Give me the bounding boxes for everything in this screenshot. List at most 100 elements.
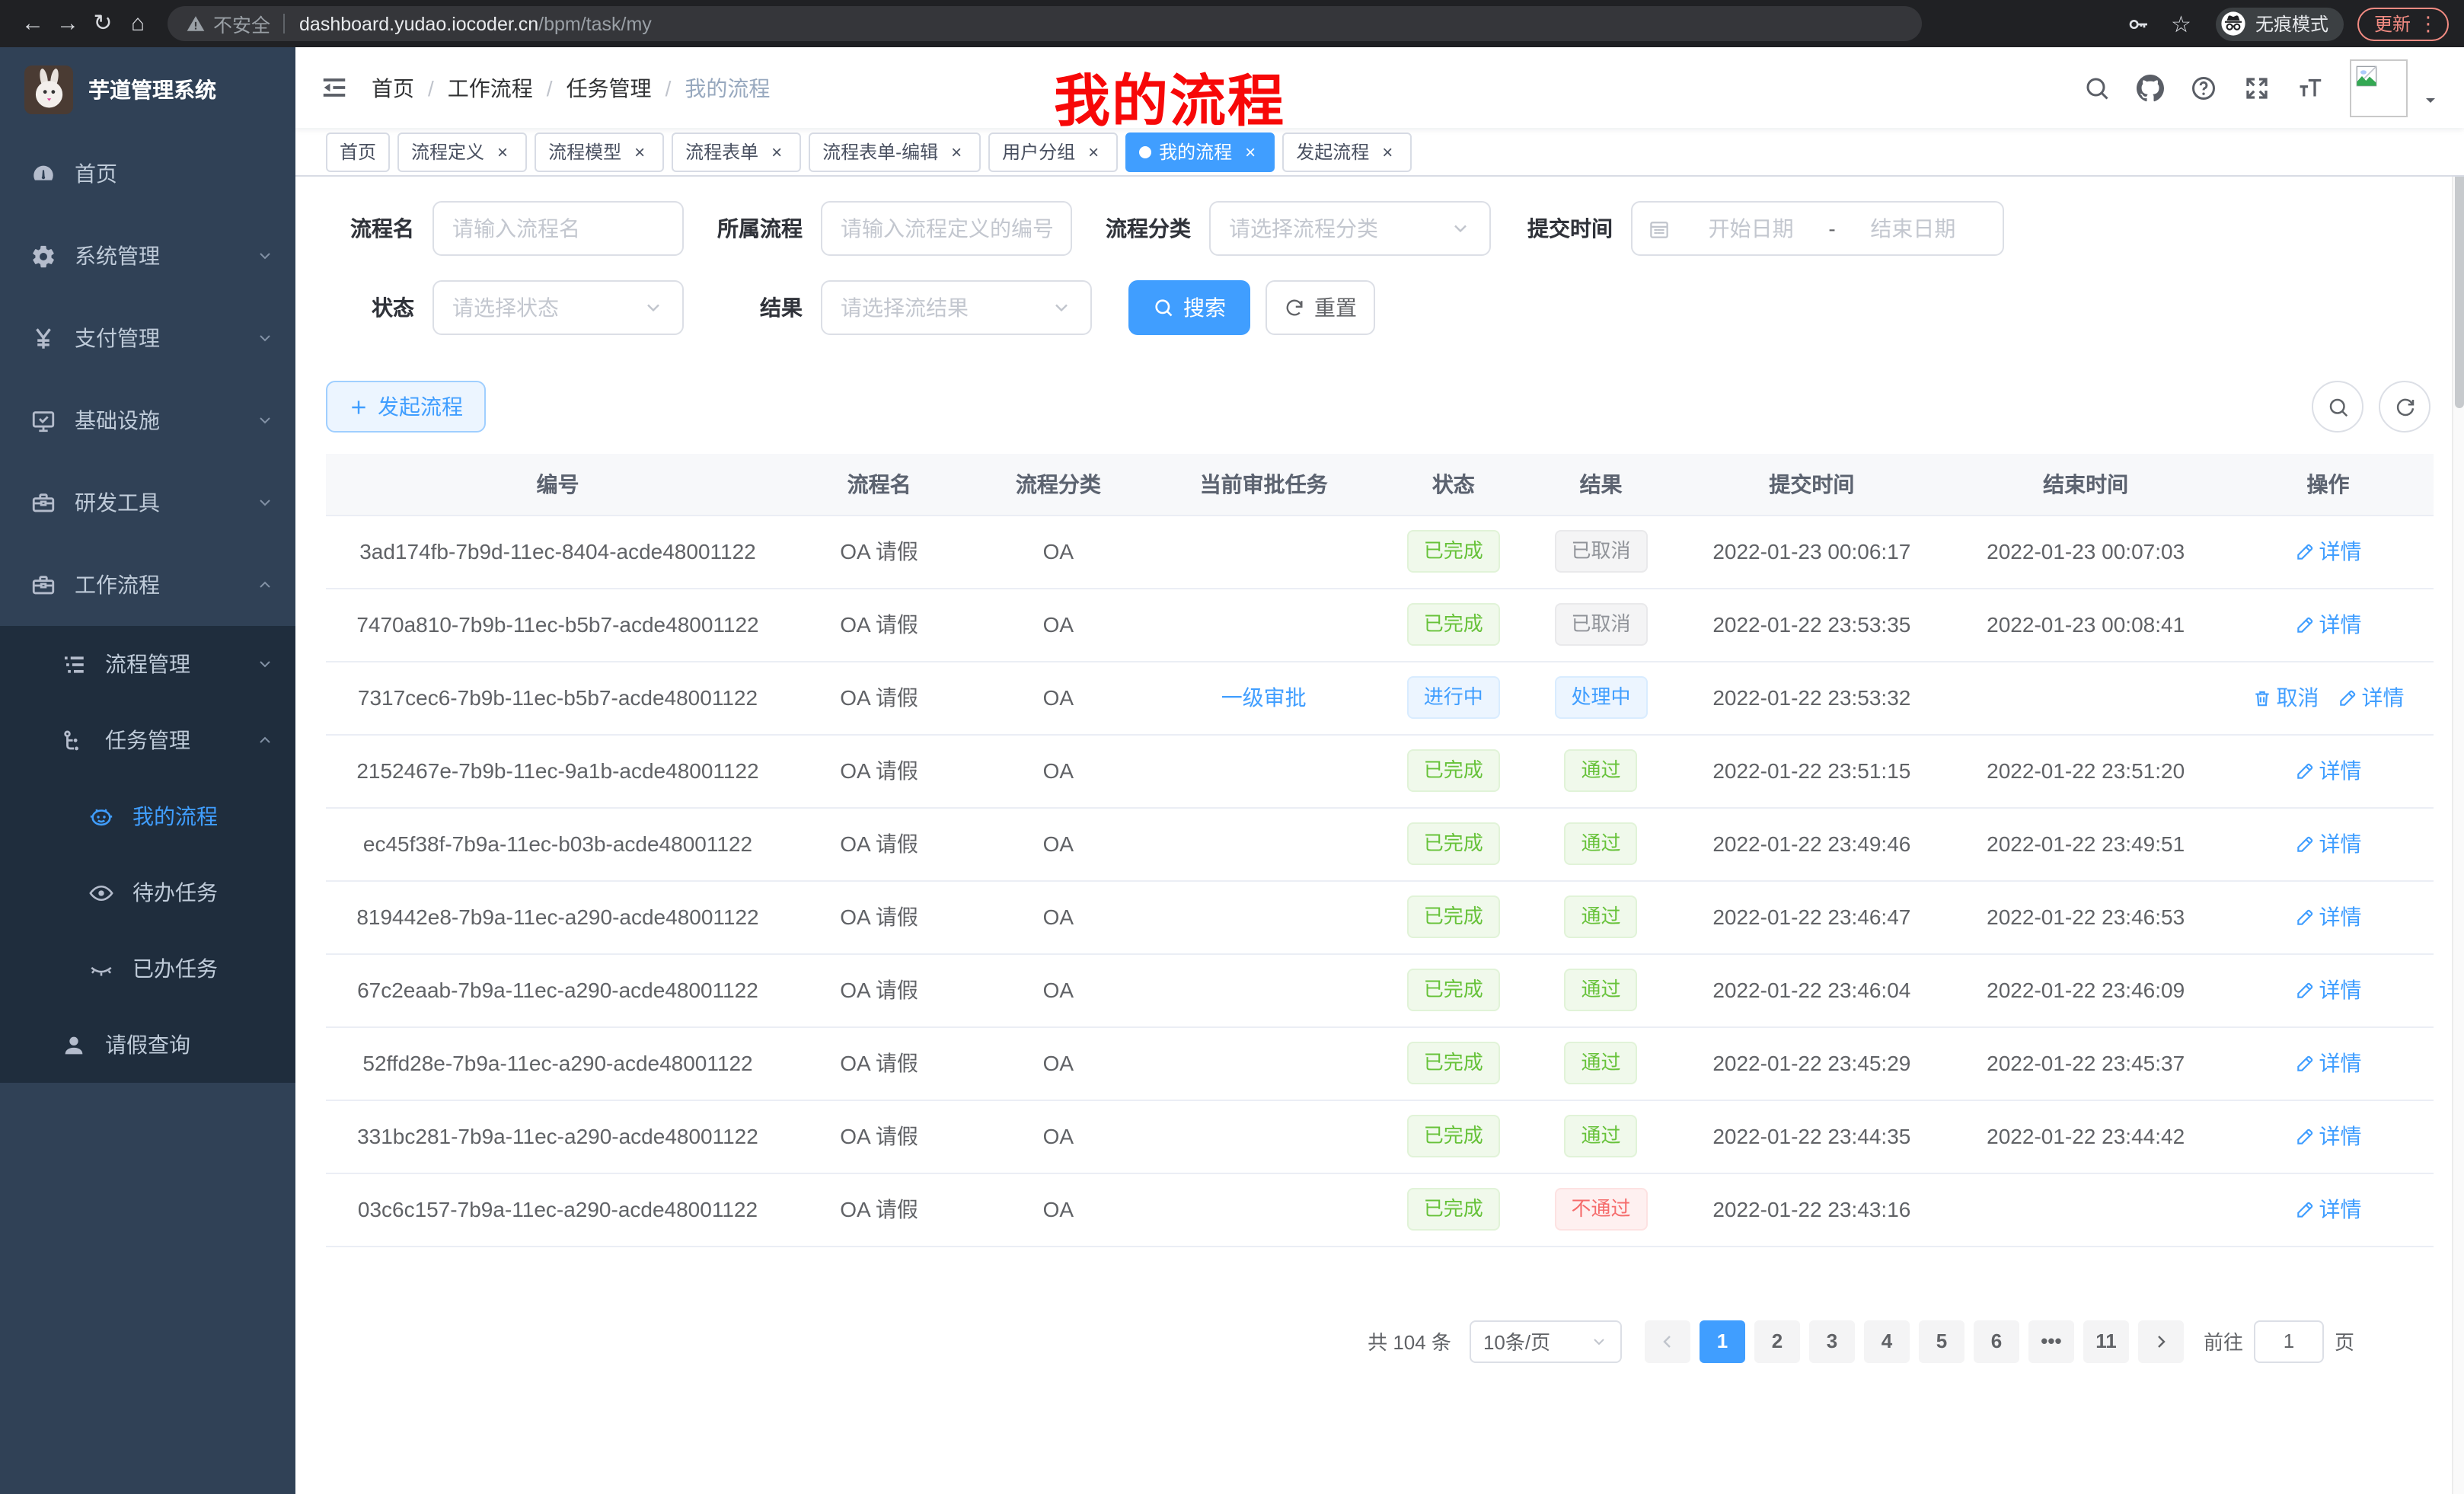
category-select[interactable]: 请选择流程分类 [1209, 201, 1491, 256]
sidebar-item-done-tasks[interactable]: 已办任务 [0, 931, 295, 1007]
tab-my-process[interactable]: 我的流程× [1125, 132, 1275, 171]
tab-close-icon[interactable]: × [629, 141, 650, 162]
cell-status: 已完成 [1380, 807, 1527, 880]
page-button-2[interactable]: 2 [1754, 1320, 1800, 1362]
sidebar-item-task-mgmt[interactable]: 任务管理 [0, 702, 295, 778]
update-button[interactable]: 更新 ⋮ [2357, 7, 2449, 40]
end-date-placeholder: 结束日期 [1839, 213, 1987, 244]
page-size-select[interactable]: 10条/页 [1470, 1320, 1622, 1362]
start-process-button[interactable]: 发起流程 [326, 381, 486, 433]
search-icon[interactable] [2083, 74, 2111, 101]
password-key-icon[interactable] [2125, 11, 2150, 36]
detail-action-label: 详情 [2319, 828, 2362, 859]
font-size-icon[interactable] [2296, 74, 2324, 101]
toggle-search-button[interactable] [2312, 381, 2363, 433]
task-link[interactable]: 一级审批 [1221, 685, 1307, 710]
refresh-table-button[interactable] [2379, 381, 2430, 433]
detail-action[interactable]: 详情 [2295, 536, 2362, 567]
detail-action[interactable]: 详情 [2295, 1121, 2362, 1151]
page-button-11[interactable]: 11 [2083, 1320, 2129, 1362]
content: 流程名 所属流程 流程分类 请选择流程分类 [295, 177, 2464, 1362]
app-logo[interactable]: 芋道管理系统 [0, 47, 295, 132]
detail-action[interactable]: 详情 [2295, 609, 2362, 640]
reload-icon[interactable]: ↻ [85, 0, 120, 47]
prev-page-button[interactable] [1645, 1320, 1690, 1362]
sidebar-item-todo-tasks[interactable]: 待办任务 [0, 854, 295, 931]
tab-close-icon[interactable]: × [1083, 141, 1104, 162]
result-select[interactable]: 请选择流结果 [821, 280, 1092, 335]
cell-submit-time: 2022-01-22 23:44:35 [1674, 1100, 1949, 1173]
process-definition-input[interactable] [821, 201, 1072, 256]
toolbox-icon [30, 490, 56, 516]
tab-close-icon[interactable]: × [492, 141, 513, 162]
sidebar-item-system[interactable]: 系统管理 [0, 215, 295, 297]
sidebar-item-process-mgmt[interactable]: 流程管理 [0, 626, 295, 702]
scrollbar[interactable] [2452, 47, 2464, 1494]
sidebar-item-leave-query[interactable]: 请假查询 [0, 1007, 295, 1083]
help-icon[interactable] [2190, 74, 2217, 101]
detail-action[interactable]: 详情 [2295, 1194, 2362, 1224]
detail-action[interactable]: 详情 [2295, 755, 2362, 786]
breadcrumb-item[interactable]: 任务管理 [567, 72, 652, 103]
status-select[interactable]: 请选择状态 [432, 280, 684, 335]
more-pages-button[interactable]: ••• [2028, 1320, 2074, 1362]
breadcrumb-item[interactable]: 工作流程 [448, 72, 533, 103]
tab-start-process[interactable]: 发起流程× [1282, 132, 1412, 171]
chev-down-icon [256, 247, 274, 265]
home-icon[interactable]: ⌂ [120, 0, 155, 47]
detail-action[interactable]: 详情 [2295, 975, 2362, 1005]
page-button-6[interactable]: 6 [1974, 1320, 2019, 1362]
sidebar-item-payment[interactable]: 支付管理 [0, 297, 295, 379]
plus-icon [349, 397, 369, 417]
tab-close-icon[interactable]: × [1240, 141, 1261, 162]
sidebar-item-label: 请假查询 [105, 1030, 190, 1060]
caret-down-icon[interactable] [2421, 91, 2440, 109]
tab-close-icon[interactable]: × [1377, 141, 1398, 162]
back-icon[interactable]: ← [15, 0, 50, 47]
bookmark-star-icon[interactable]: ☆ [2171, 10, 2191, 37]
tab-process-definition[interactable]: 流程定义× [397, 132, 527, 171]
tab-process-form-edit[interactable]: 流程表单-编辑× [809, 132, 981, 171]
detail-action[interactable]: 详情 [2295, 828, 2362, 859]
sidebar-item-label: 研发工具 [75, 487, 160, 518]
breadcrumb-item[interactable]: 首页 [372, 72, 414, 103]
cancel-action[interactable]: 取消 [2252, 682, 2319, 713]
detail-action[interactable]: 详情 [2295, 902, 2362, 932]
detail-action[interactable]: 详情 [2338, 682, 2405, 713]
search-button[interactable]: 搜索 [1128, 280, 1250, 335]
process-name-input[interactable] [432, 201, 684, 256]
fullscreen-icon[interactable] [2243, 74, 2271, 101]
avatar[interactable] [2350, 59, 2408, 117]
tab-process-form[interactable]: 流程表单× [672, 132, 801, 171]
sidebar-item-label: 基础设施 [75, 405, 160, 436]
detail-action[interactable]: 详情 [2295, 1048, 2362, 1078]
jump-page-input[interactable] [2254, 1320, 2324, 1362]
sidebar-item-workflow[interactable]: 工作流程 [0, 544, 295, 626]
sidebar-item-label: 我的流程 [132, 801, 218, 832]
date-range-picker[interactable]: 开始日期 - 结束日期 [1631, 201, 2004, 256]
github-icon[interactable] [2137, 74, 2164, 101]
next-page-button[interactable] [2138, 1320, 2184, 1362]
page-button-5[interactable]: 5 [1919, 1320, 1964, 1362]
sidebar-item-devtools[interactable]: 研发工具 [0, 461, 295, 544]
cell-submit-time: 2022-01-22 23:53:35 [1674, 588, 1949, 661]
sidebar-item-infra[interactable]: 基础设施 [0, 379, 295, 461]
cell-process-name: OA 请假 [790, 953, 969, 1026]
forward-icon[interactable]: → [50, 0, 85, 47]
tab-home[interactable]: 首页 [326, 132, 390, 171]
sidebar-toggle-icon[interactable] [320, 73, 349, 102]
filter-category-label: 流程分类 [1106, 213, 1191, 244]
browser-menu-icon[interactable]: ⋮ [2418, 11, 2438, 36]
sidebar-item-my-process[interactable]: 我的流程 [0, 778, 295, 854]
page-button-3[interactable]: 3 [1809, 1320, 1855, 1362]
page-button-1[interactable]: 1 [1700, 1320, 1745, 1362]
sidebar-item-home[interactable]: 首页 [0, 132, 295, 215]
status-badge: 通过 [1565, 969, 1638, 1011]
address-bar[interactable]: 不安全 dashboard.yudao.iocoder.cn/bpm/task/… [168, 6, 1922, 41]
tab-user-group[interactable]: 用户分组× [988, 132, 1118, 171]
page-button-4[interactable]: 4 [1864, 1320, 1910, 1362]
reset-button[interactable]: 重置 [1266, 280, 1375, 335]
tab-close-icon[interactable]: × [766, 141, 787, 162]
tab-process-model[interactable]: 流程模型× [535, 132, 664, 171]
tab-close-icon[interactable]: × [946, 141, 967, 162]
